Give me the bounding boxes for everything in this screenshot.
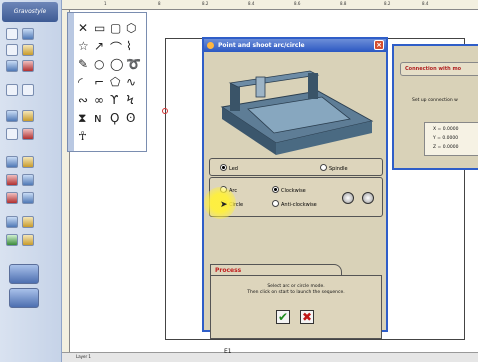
left-toolbar: Gravostyle [0, 0, 62, 362]
close-button[interactable]: × [374, 40, 384, 50]
dialog-app-icon [207, 42, 214, 49]
origin-marker-icon [162, 108, 168, 114]
ruler-tick: 8.4 [422, 1, 429, 6]
connection-dialog: Connection with mo Set up connection w X… [392, 44, 478, 170]
marker-tool-icon[interactable] [22, 128, 34, 140]
point-and-shoot-dialog: Point and shoot arc/circle × Led Spindle… [202, 37, 388, 339]
target-tool-icon[interactable] [6, 192, 18, 204]
freeform-shape-icon[interactable]: ∿ [126, 75, 136, 89]
measure-tool-icon[interactable] [6, 128, 18, 140]
polygon-shape-icon[interactable]: ⬠ [110, 75, 120, 89]
ellipse-shape-icon[interactable]: ○ [94, 57, 104, 71]
start-button[interactable] [342, 192, 354, 204]
ruler-tick: 8 [158, 1, 161, 6]
stop-button[interactable] [362, 192, 374, 204]
mouse-pointer-icon: ➤ [220, 200, 228, 210]
curve-shape-icon[interactable]: ⌇ [126, 39, 132, 53]
spiral-shape-icon[interactable]: ➰ [126, 57, 141, 71]
anticlockwise-radio[interactable]: Anti-clockwise [272, 200, 317, 208]
fork-shape-icon[interactable]: ϒ [110, 93, 118, 107]
connection-title: Connection with mo [400, 62, 478, 76]
app-logo: Gravostyle [2, 2, 58, 22]
ruler-tick: 8.8 [340, 1, 347, 6]
zigzag-shape-icon[interactable]: ɴ [94, 111, 102, 125]
ruler-tick: 1 [104, 1, 107, 6]
arc-shape-icon[interactable]: ◜ [78, 75, 83, 89]
hexagon-shape-icon[interactable]: ⬡ [126, 21, 136, 35]
process-panel: Select arc or circle mode. Then click on… [210, 275, 382, 339]
select-arrow-tool-icon[interactable] [6, 28, 18, 40]
clockwise-radio[interactable]: Clockwise [272, 186, 306, 194]
palette-handle[interactable] [68, 13, 74, 151]
stamp-tool-icon[interactable] [6, 174, 18, 186]
line-shape-icon[interactable]: ⌒ [110, 39, 122, 56]
mode-panel: Led Spindle [209, 158, 383, 176]
shape-palette: ✕ ▭ ▢ ⬡ ☆ ↗ ⌒ ⌇ ✎ ○ ◯ ➰ ◜ ⌐ ⬠ ∿ ∾ ∞ ϒ Ϟ … [67, 12, 147, 152]
text-block-tool-icon[interactable] [22, 44, 34, 56]
rectangle-shape-icon[interactable]: ▭ [94, 21, 105, 35]
process-instructions: Select arc or circle mode. Then click on… [211, 284, 381, 296]
cancel-button[interactable]: ✖ [300, 310, 314, 324]
pencil-shape-icon[interactable]: ✎ [78, 57, 88, 71]
corner-shape-icon[interactable]: ⌐ [94, 75, 104, 89]
clipboard-tool-icon[interactable] [6, 234, 18, 246]
engrave-button[interactable] [9, 264, 39, 284]
led-radio[interactable]: Led [220, 164, 238, 172]
status-bar: Layer 1 [62, 352, 478, 362]
color-tool-icon[interactable] [22, 60, 34, 72]
move-tool-icon[interactable] [6, 156, 18, 168]
top-ruler: 1 8 8.2 8.4 8.6 8.8 8.2 8.4 [62, 0, 478, 10]
spindle-radio[interactable]: Spindle [320, 164, 348, 172]
knot-shape-icon[interactable]: ∞ [94, 93, 104, 107]
scribble-shape-icon[interactable]: Ϟ [126, 93, 134, 107]
triangle-tool-icon[interactable] [22, 156, 34, 168]
blob-shape-icon[interactable]: ʘ [126, 111, 135, 125]
person-tool-icon[interactable] [22, 174, 34, 186]
machine-tool-icon[interactable] [6, 216, 18, 228]
dialog-title-bar[interactable]: Point and shoot arc/circle × [204, 39, 386, 52]
ruler-tick: 8.2 [202, 1, 209, 6]
figure-shape-icon[interactable]: ☥ [78, 129, 87, 143]
grid-tool-icon[interactable] [6, 84, 18, 96]
process-line-2: Then click on start to launch the sequen… [247, 290, 345, 295]
align-tool-icon[interactable] [22, 84, 34, 96]
hourglass-shape-icon[interactable]: ⧗ [78, 111, 86, 126]
x-coordinate: X = 0.0000 [433, 127, 459, 132]
star-shape-icon[interactable]: ☆ [78, 39, 89, 53]
ok-button[interactable]: ✔ [276, 310, 290, 324]
wave-shape-icon[interactable]: ∾ [78, 93, 88, 107]
zoom-tool-icon[interactable] [6, 60, 18, 72]
pen-tool-icon[interactable] [22, 216, 34, 228]
rounded-rect-shape-icon[interactable]: ▢ [110, 21, 121, 35]
cross-shape-icon[interactable]: ✕ [78, 21, 88, 35]
user-tool-icon[interactable] [22, 192, 34, 204]
arrow-shape-icon[interactable]: ↗ [94, 39, 104, 53]
library-tool-icon[interactable] [22, 110, 34, 122]
coordinates-box: X = 0.0000 Y = 0.0000 Z = 0.0000 [424, 122, 478, 156]
loop-shape-icon[interactable]: Ϙ [110, 111, 119, 125]
connection-text: Set up connection w [412, 98, 458, 103]
layer-tab[interactable]: Layer 1 [76, 354, 91, 359]
circle-shape-icon[interactable]: ◯ [110, 57, 123, 71]
dialog-title: Point and shoot arc/circle [218, 42, 305, 49]
y-coordinate: Y = 0.0000 [433, 136, 459, 141]
z-coordinate: Z = 0.0000 [433, 145, 459, 150]
cost-tool-icon[interactable] [22, 234, 34, 246]
node-edit-tool-icon[interactable] [22, 28, 34, 40]
layers-tool-icon[interactable] [6, 110, 18, 122]
text-tool-icon[interactable] [6, 44, 18, 56]
output-button[interactable] [9, 288, 39, 308]
page-indicator: E1 [224, 348, 232, 355]
ruler-tick: 8.6 [294, 1, 301, 6]
ruler-tick: 8.4 [248, 1, 255, 6]
ruler-tick: 8.2 [384, 1, 391, 6]
machine-illustration [210, 63, 382, 171]
engraving-machine-icon [220, 70, 374, 155]
